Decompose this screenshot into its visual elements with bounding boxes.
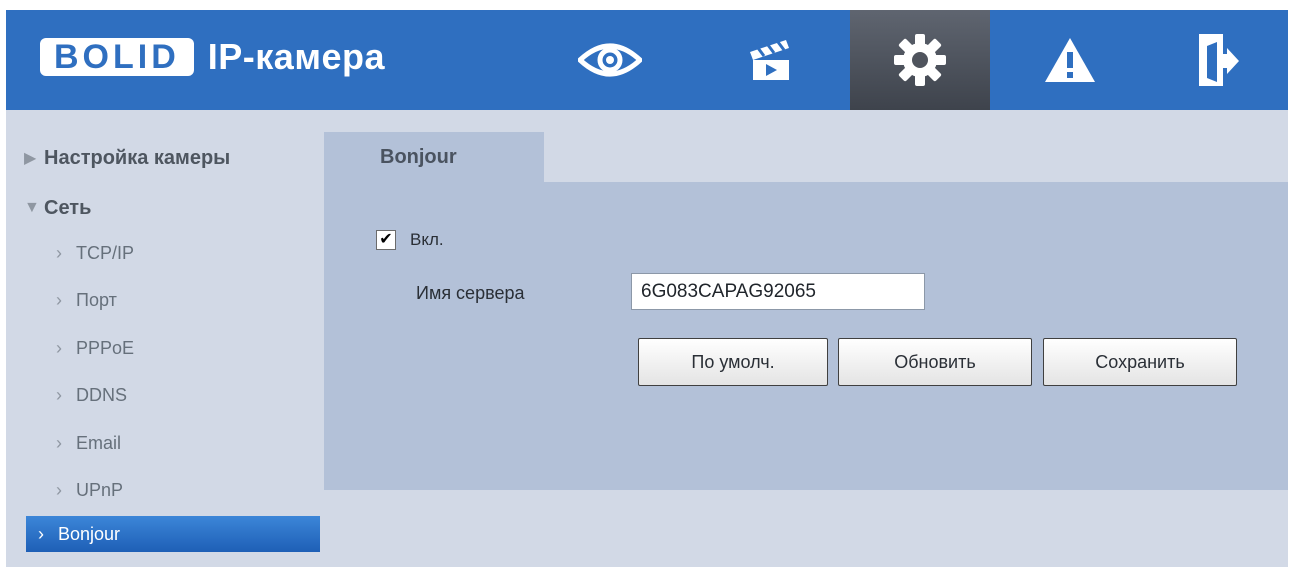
chevron-right-icon: › (56, 242, 62, 263)
sidebar-section-label: Настройка камеры (44, 146, 231, 169)
logo: BOLID IP-камера (40, 36, 385, 77)
warning-icon (1045, 38, 1095, 82)
clapperboard-icon (750, 40, 789, 80)
chevron-right-icon: › (56, 337, 62, 358)
enable-row: ✔ Вкл. (376, 230, 444, 250)
sidebar-item-label: PPPoE (76, 337, 135, 358)
sidebar-item-upnp[interactable]: › UPnP (26, 472, 320, 508)
gear-icon (894, 34, 946, 86)
refresh-button[interactable]: Обновить (838, 338, 1032, 386)
chevron-right-icon: › (56, 432, 62, 453)
sidebar: ▶ Настройка камеры ▼ Сеть › TCP/IP › Пор… (6, 110, 326, 567)
sidebar-item-label: UPnP (76, 479, 124, 500)
sidebar-item-label: Порт (76, 289, 117, 310)
collapse-arrow-icon: ▼ (24, 199, 40, 216)
sidebar-item-ddns[interactable]: › DDNS (26, 377, 320, 413)
sidebar-section-camera-settings[interactable]: ▶ Настройка камеры (6, 136, 324, 180)
nav-live-view-button[interactable] (540, 10, 680, 110)
sidebar-section-label: Сеть (44, 196, 92, 219)
sidebar-item-port[interactable]: › Порт (26, 282, 320, 318)
chevron-right-icon: › (56, 479, 62, 500)
sidebar-item-email[interactable]: › Email (26, 425, 320, 461)
tab-bonjour[interactable]: Bonjour (324, 132, 544, 182)
nav-settings-button[interactable] (850, 10, 990, 110)
sidebar-item-label: Email (76, 432, 122, 453)
server-name-input[interactable] (631, 273, 925, 310)
eye-icon (578, 43, 642, 77)
server-name-label: Имя сервера (416, 283, 525, 303)
chevron-right-icon: › (56, 289, 62, 310)
nav-logout-button[interactable] (1148, 10, 1288, 110)
sidebar-item-tcpip[interactable]: › TCP/IP (26, 235, 320, 271)
expand-arrow-icon: ▶ (24, 150, 37, 167)
top-header: BOLID IP-камера (6, 10, 1288, 110)
tab-strip: Bonjour (324, 132, 1288, 182)
logout-icon (1199, 34, 1239, 86)
save-button[interactable]: Сохранить (1043, 338, 1237, 386)
enable-checkbox[interactable]: ✔ (376, 230, 396, 250)
enable-label: Вкл. (410, 230, 444, 249)
sidebar-item-label: DDNS (76, 384, 128, 405)
logo-wordmark: BOLID (40, 38, 194, 76)
sidebar-section-network[interactable]: ▼ Сеть (6, 186, 324, 230)
sidebar-item-bonjour[interactable]: › Bonjour (26, 516, 320, 552)
chevron-right-icon: › (56, 384, 62, 405)
sidebar-item-label: TCP/IP (76, 242, 135, 263)
nav-alarm-button[interactable] (1000, 10, 1140, 110)
sidebar-item-pppoe[interactable]: › PPPoE (26, 330, 320, 366)
app-title: IP-камера (207, 36, 385, 77)
main-area: ▶ Настройка камеры ▼ Сеть › TCP/IP › Пор… (6, 110, 1288, 567)
default-button[interactable]: По умолч. (638, 338, 828, 386)
nav-playback-button[interactable] (700, 10, 840, 110)
checkmark-icon: ✔ (379, 231, 393, 248)
settings-panel: Bonjour ✔ Вкл. Имя сервера По умолч. Обн… (324, 132, 1288, 490)
chevron-right-icon: › (38, 523, 44, 544)
sidebar-item-label: Bonjour (58, 523, 121, 544)
